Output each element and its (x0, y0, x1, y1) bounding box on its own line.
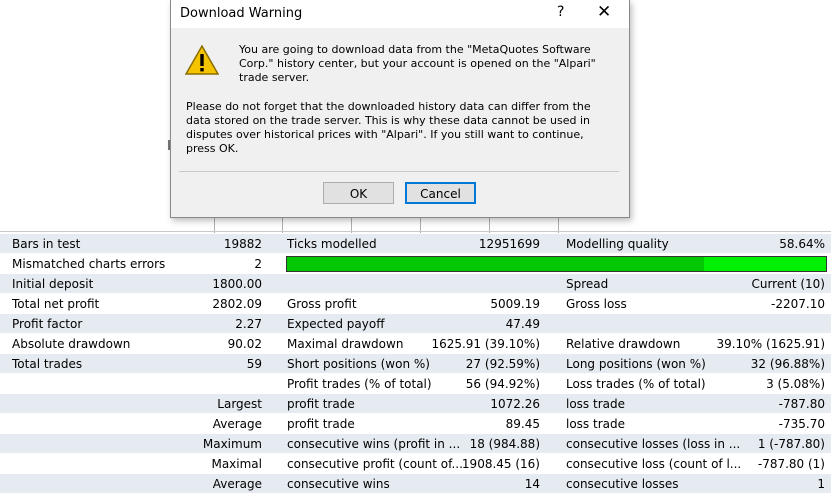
row-label: Modelling quality (566, 237, 669, 251)
row-label: Maximal (211, 457, 262, 471)
row-value: 3 (5.08%) (766, 377, 825, 391)
row-label: Total trades (12, 357, 83, 371)
row-value: 18 (984.88) (469, 437, 540, 451)
row-label: Gross loss (566, 297, 627, 311)
row-label: Total net profit (12, 297, 100, 311)
row-value: 2.27 (235, 317, 262, 331)
dialog-titlebar: Download Warning ? ✕ (171, 0, 629, 28)
row-value: 2802.09 (212, 297, 262, 311)
row-value: 90.02 (227, 337, 262, 351)
row-label: Profit trades (% of total) (287, 377, 432, 391)
table-row: Total net profit 2802.09 Gross profit 50… (0, 294, 831, 314)
cancel-button[interactable]: Cancel (405, 182, 476, 204)
row-value: -787.80 (778, 397, 825, 411)
close-button[interactable]: ✕ (597, 2, 611, 22)
row-label: Long positions (won %) (566, 357, 706, 371)
row-value: 56 (94.92%) (465, 377, 540, 391)
modelling-quality-bar-remainder (704, 257, 826, 271)
table-row: Maximum consecutive wins (profit in ... … (0, 434, 831, 454)
row-value: 1072.26 (490, 397, 540, 411)
row-label: loss trade (566, 397, 625, 411)
table-row: Largest profit trade 1072.26 loss trade … (0, 394, 831, 414)
table-row: Average consecutive wins 14 consecutive … (0, 474, 831, 494)
table-row: Average profit trade 89.45 loss trade -7… (0, 414, 831, 434)
row-label: Bars in test (12, 237, 81, 251)
row-label: Expected payoff (287, 317, 385, 331)
row-label: consecutive loss (count of l... (566, 457, 742, 471)
row-label: Average (212, 477, 262, 491)
row-label: Profit factor (12, 317, 83, 331)
table-row: Maximal consecutive profit (count of... … (0, 454, 831, 474)
warning-icon (185, 45, 219, 75)
row-label: Largest (217, 397, 262, 411)
table-row: Total trades 59 Short positions (won %) … (0, 354, 831, 374)
row-value: 59 (246, 357, 262, 371)
row-label: Mismatched charts errors (12, 257, 166, 271)
row-value: -787.80 (1) (757, 457, 825, 471)
row-label: consecutive wins (287, 477, 390, 491)
dialog-title: Download Warning (180, 6, 303, 21)
row-value: 58.64% (779, 237, 825, 251)
dialog-message-primary: You are going to download data from the … (239, 43, 596, 84)
row-value: -735.70 (778, 417, 825, 431)
table-row: Absolute drawdown 90.02 Maximal drawdown… (0, 334, 831, 354)
row-label: Maximum (202, 437, 262, 451)
row-value: Current (10) (751, 277, 825, 291)
row-value: 12951699 (478, 237, 540, 251)
row-label: Relative drawdown (566, 337, 681, 351)
row-value: 19882 (223, 237, 262, 251)
row-label: Absolute drawdown (12, 337, 131, 351)
row-label: Initial deposit (12, 277, 94, 291)
table-row: Profit factor 2.27 Expected payoff 47.49 (0, 314, 831, 334)
row-value: 1625.91 (39.10%) (431, 337, 540, 351)
row-value: -2207.10 (771, 297, 825, 311)
table-row: Initial deposit 1800.00 Spread Current (… (0, 274, 831, 294)
row-value: 1800.00 (212, 277, 262, 291)
strategy-report-table: Bars in test 19882 Ticks modelled 129516… (0, 234, 831, 494)
row-label: Maximal drawdown (287, 337, 404, 351)
row-label: Gross profit (287, 297, 357, 311)
ok-button[interactable]: OK (323, 182, 394, 204)
table-row: Mismatched charts errors 2 (0, 254, 831, 274)
row-label: Short positions (won %) (287, 357, 430, 371)
row-label: profit trade (287, 417, 355, 431)
row-label: Spread (566, 277, 609, 291)
row-value: 14 (524, 477, 540, 491)
row-value: 5009.19 (490, 297, 540, 311)
row-value: 89.45 (505, 417, 540, 431)
row-label: loss trade (566, 417, 625, 431)
dialog-message-secondary: Please do not forget that the downloaded… (186, 100, 591, 155)
row-label: consecutive losses (566, 477, 679, 491)
dialog-separator (179, 171, 619, 172)
row-value: 47.49 (505, 317, 540, 331)
table-row: Bars in test 19882 Ticks modelled 129516… (0, 234, 831, 254)
table-row: Profit trades (% of total) 56 (94.92%) L… (0, 374, 831, 394)
row-value: 32 (96.88%) (750, 357, 825, 371)
row-label: consecutive profit (count of... (287, 457, 463, 471)
help-button[interactable]: ? (557, 4, 564, 20)
modelling-quality-bar (286, 256, 827, 272)
row-label: Average (212, 417, 262, 431)
download-warning-dialog: Download Warning ? ✕ You are going to do… (170, 0, 630, 218)
row-value: 2 (254, 257, 262, 271)
row-label: consecutive wins (profit in ... (287, 437, 461, 451)
row-value: 27 (92.59%) (465, 357, 540, 371)
row-value: 1 (817, 477, 825, 491)
row-label: profit trade (287, 397, 355, 411)
row-label: Loss trades (% of total) (566, 377, 706, 391)
row-label: consecutive losses (loss in ... (566, 437, 741, 451)
row-value: 39.10% (1625.91) (716, 337, 825, 351)
row-value: 1 (-787.80) (757, 437, 825, 451)
chart-border (0, 231, 831, 232)
row-label: Ticks modelled (287, 237, 377, 251)
row-value: 1908.45 (16) (461, 457, 540, 471)
